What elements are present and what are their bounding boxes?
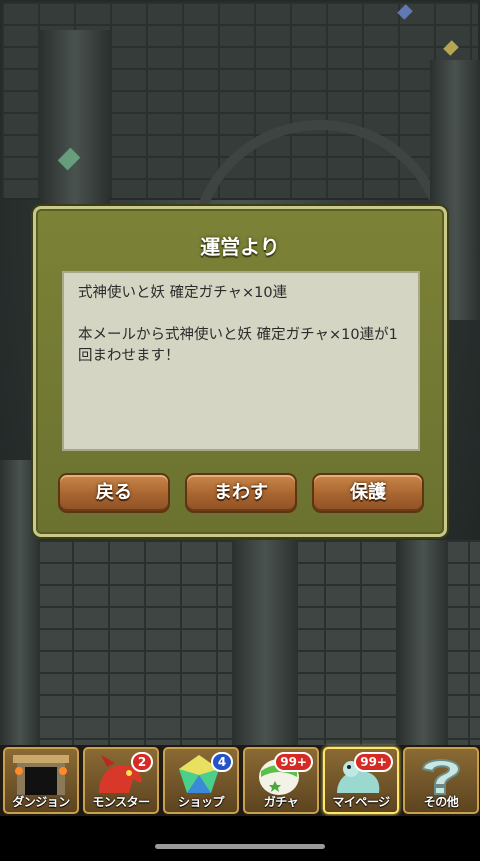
front-right-pillar	[398, 540, 448, 745]
nav-label: ショップ	[177, 795, 225, 809]
mail-dialog: 運営より 式神使いと妖 確定ガチャ×10連 本メールから式神使いと妖 確定ガチャ…	[33, 206, 447, 537]
shop-badge: 4	[211, 752, 233, 772]
nav-mypage[interactable]: 99+ マイページ	[323, 747, 399, 814]
bottom-nav: ダンジョン 2 モンスター 4 ショップ 99+ ガチャ 99+ マイページ そ…	[0, 745, 480, 816]
message-body: 本メールから式神使いと妖 確定ガチャ×10連が1回まわせます！	[78, 327, 398, 364]
question-icon	[421, 759, 461, 795]
monster-badge: 2	[131, 752, 153, 772]
nav-label: ダンジョン	[12, 795, 70, 809]
nav-gacha[interactable]: 99+ ガチャ	[243, 747, 319, 814]
gacha-badge: 99+	[274, 752, 313, 772]
center-pillar	[232, 540, 298, 745]
protect-button[interactable]: 保護	[312, 473, 424, 513]
nav-monster[interactable]: 2 モンスター	[83, 747, 159, 814]
nav-other[interactable]: その他	[403, 747, 479, 814]
message-box: 式神使いと妖 確定ガチャ×10連 本メールから式神使いと妖 確定ガチャ×10連が…	[62, 271, 420, 451]
system-nav-bar	[0, 816, 480, 861]
back-button[interactable]: 戻る	[58, 473, 170, 513]
nav-label: その他	[423, 795, 459, 809]
mypage-badge: 99+	[354, 752, 393, 772]
nav-label: マイページ	[332, 795, 390, 809]
home-indicator[interactable]	[155, 844, 325, 849]
nav-label: ガチャ	[263, 795, 299, 809]
spin-gacha-button[interactable]: まわす	[185, 473, 297, 513]
nav-label: モンスター	[92, 795, 150, 809]
message-subject: 式神使いと妖 確定ガチャ×10連	[78, 285, 288, 301]
nav-shop[interactable]: 4 ショップ	[163, 747, 239, 814]
nav-dungeon[interactable]: ダンジョン	[3, 747, 79, 814]
dialog-title: 運営より	[200, 235, 280, 259]
dungeon-gate-icon	[13, 755, 69, 795]
